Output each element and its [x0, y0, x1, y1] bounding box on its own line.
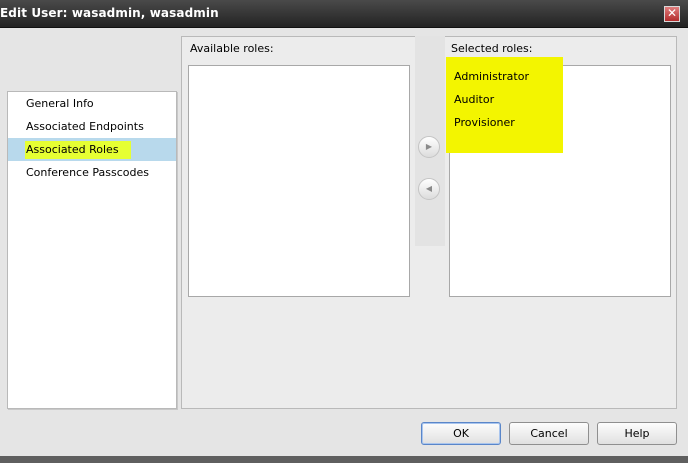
user-sections-nav: General Info Associated Endpoints Associ… — [7, 91, 177, 409]
nav-item-associated-endpoints[interactable]: Associated Endpoints — [8, 115, 176, 138]
available-roles-label: Available roles: — [190, 42, 274, 55]
edit-user-dialog: Edit User: wasadmin, wasadmin ✕ General … — [0, 0, 688, 456]
list-item[interactable]: Auditor — [454, 93, 494, 106]
nav-item-label: Associated Roles — [25, 141, 131, 159]
background-strip — [0, 456, 688, 463]
dialog-title: Edit User: wasadmin, wasadmin — [0, 6, 219, 20]
add-role-button[interactable]: ▶ — [418, 136, 440, 158]
help-button[interactable]: Help — [597, 422, 677, 445]
nav-item-label: Associated Endpoints — [26, 120, 144, 133]
nav-item-label: General Info — [26, 97, 94, 110]
list-item[interactable]: Administrator — [454, 70, 529, 83]
cancel-button[interactable]: Cancel — [509, 422, 589, 445]
selected-roles-label: Selected roles: — [451, 42, 533, 55]
arrow-right-icon: ▶ — [425, 142, 433, 151]
ok-button[interactable]: OK — [421, 422, 501, 445]
nav-item-associated-roles[interactable]: Associated Roles — [8, 138, 176, 161]
dialog-titlebar[interactable]: Edit User: wasadmin, wasadmin ✕ — [0, 0, 688, 28]
nav-item-general-info[interactable]: General Info — [8, 92, 176, 115]
arrow-left-icon: ◀ — [425, 184, 433, 193]
available-roles-list[interactable] — [188, 65, 410, 297]
nav-item-conference-passcodes[interactable]: Conference Passcodes — [8, 161, 176, 184]
list-item[interactable]: Provisioner — [454, 116, 515, 129]
nav-item-label: Conference Passcodes — [26, 166, 149, 179]
close-icon[interactable]: ✕ — [664, 6, 680, 22]
remove-role-button[interactable]: ◀ — [418, 178, 440, 200]
